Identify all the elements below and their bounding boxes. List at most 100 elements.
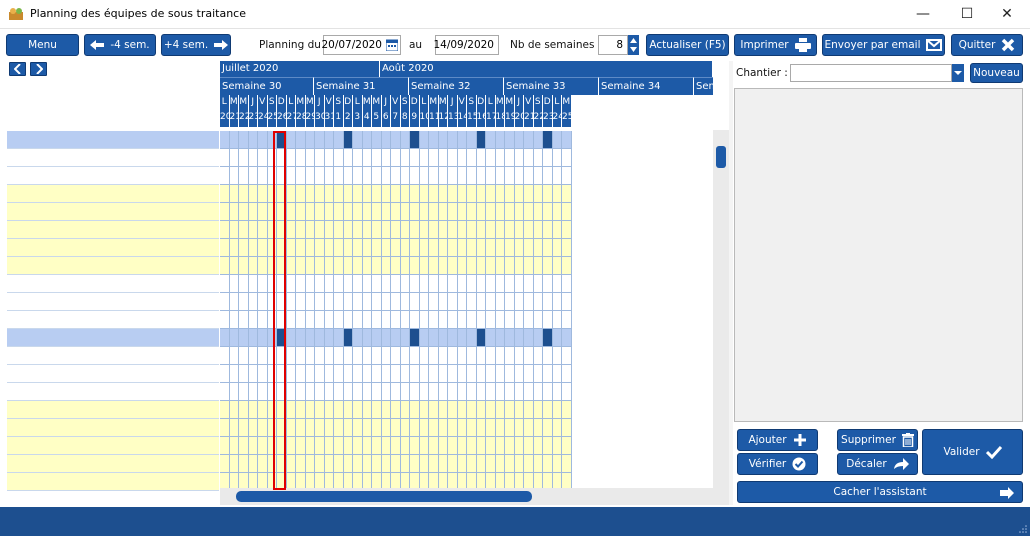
planning-cell[interactable] — [343, 185, 353, 203]
planning-cell[interactable] — [305, 419, 315, 437]
planning-cell[interactable] — [334, 347, 344, 365]
planning-cell[interactable] — [305, 293, 315, 311]
planning-cell[interactable] — [305, 149, 315, 167]
planning-cell[interactable] — [410, 455, 420, 473]
planning-cell[interactable] — [495, 311, 505, 329]
planning-cell[interactable] — [552, 329, 562, 347]
planning-cell[interactable] — [419, 221, 429, 239]
planning-cell[interactable] — [543, 365, 553, 383]
planning-cell[interactable] — [476, 347, 486, 365]
planning-cell[interactable] — [372, 293, 382, 311]
team-row[interactable] — [7, 311, 219, 329]
planning-cell[interactable] — [533, 311, 543, 329]
planning-cell[interactable] — [248, 239, 258, 257]
planning-cell[interactable] — [476, 239, 486, 257]
vertical-scroll-thumb[interactable] — [716, 146, 726, 168]
planning-cell[interactable] — [305, 185, 315, 203]
planning-cell[interactable] — [438, 347, 448, 365]
planning-cell[interactable] — [438, 401, 448, 419]
planning-cell[interactable] — [315, 329, 325, 347]
planning-cell[interactable] — [381, 203, 391, 221]
planning-cell[interactable] — [381, 131, 391, 149]
planning-cell[interactable] — [315, 131, 325, 149]
planning-cell[interactable] — [381, 347, 391, 365]
planning-cell[interactable] — [305, 131, 315, 149]
planning-cell[interactable] — [457, 221, 467, 239]
team-row[interactable] — [7, 239, 219, 257]
planning-cell[interactable] — [381, 167, 391, 185]
planning-cell[interactable] — [524, 401, 534, 419]
planning-cell[interactable] — [486, 203, 496, 221]
planning-cell[interactable] — [305, 221, 315, 239]
planning-cell[interactable] — [286, 419, 296, 437]
nb-semaines-field[interactable]: 8 — [598, 35, 628, 55]
planning-cell[interactable] — [305, 167, 315, 185]
planning-cell[interactable] — [372, 257, 382, 275]
planning-cell[interactable] — [391, 275, 401, 293]
planning-cell[interactable] — [457, 311, 467, 329]
planning-cell[interactable] — [524, 437, 534, 455]
planning-cell[interactable] — [229, 239, 239, 257]
planning-cell[interactable] — [457, 149, 467, 167]
minimize-button[interactable]: — — [900, 0, 946, 29]
assistant-content-area[interactable] — [734, 88, 1023, 422]
planning-cell[interactable] — [400, 167, 410, 185]
planning-cell[interactable] — [362, 419, 372, 437]
planning-cell[interactable] — [543, 293, 553, 311]
planning-cell[interactable] — [315, 293, 325, 311]
planning-cell[interactable] — [334, 401, 344, 419]
planning-cell[interactable] — [429, 365, 439, 383]
planning-cell[interactable] — [343, 437, 353, 455]
planning-cell[interactable] — [495, 167, 505, 185]
planning-cell[interactable] — [495, 401, 505, 419]
planning-cell[interactable] — [543, 203, 553, 221]
planning-cell[interactable] — [391, 347, 401, 365]
planning-cell[interactable] — [248, 383, 258, 401]
planning-cell[interactable] — [410, 365, 420, 383]
planning-cell[interactable] — [495, 365, 505, 383]
planning-cell[interactable] — [315, 203, 325, 221]
planning-cell[interactable] — [248, 185, 258, 203]
planning-cell[interactable] — [239, 419, 249, 437]
planning-cell[interactable] — [448, 347, 458, 365]
planning-cell[interactable] — [476, 257, 486, 275]
verifier-button[interactable]: Vérifier — [737, 453, 818, 475]
planning-cell[interactable] — [533, 257, 543, 275]
planning-cell[interactable] — [495, 149, 505, 167]
planning-cell[interactable] — [258, 293, 268, 311]
planning-cell[interactable] — [239, 131, 249, 149]
planning-cell[interactable] — [258, 131, 268, 149]
planning-cell[interactable] — [343, 203, 353, 221]
planning-cell[interactable] — [391, 329, 401, 347]
planning-cell[interactable] — [410, 419, 420, 437]
planning-cell[interactable] — [448, 239, 458, 257]
planning-cell[interactable] — [296, 365, 306, 383]
planning-cell[interactable] — [505, 419, 515, 437]
planning-cell[interactable] — [448, 311, 458, 329]
planning-cell[interactable] — [248, 437, 258, 455]
planning-cell[interactable] — [362, 365, 372, 383]
planning-cell[interactable] — [381, 437, 391, 455]
planning-cell[interactable] — [391, 167, 401, 185]
team-row[interactable] — [7, 365, 219, 383]
planning-cell[interactable] — [372, 437, 382, 455]
planning-cell[interactable] — [438, 167, 448, 185]
planning-cell[interactable] — [229, 365, 239, 383]
planning-cell[interactable] — [552, 365, 562, 383]
planning-cell[interactable] — [505, 347, 515, 365]
planning-cell[interactable] — [324, 383, 334, 401]
planning-cell[interactable] — [476, 221, 486, 239]
planning-cell[interactable] — [410, 347, 420, 365]
planning-cell[interactable] — [505, 311, 515, 329]
team-row[interactable] — [7, 257, 219, 275]
planning-cell[interactable] — [258, 239, 268, 257]
planning-cell[interactable] — [391, 203, 401, 221]
planning-cell[interactable] — [324, 149, 334, 167]
planning-cell[interactable] — [248, 275, 258, 293]
planning-cell[interactable] — [457, 347, 467, 365]
planning-cell[interactable] — [305, 239, 315, 257]
planning-cell[interactable] — [220, 167, 230, 185]
horizontal-scroll-thumb[interactable] — [236, 491, 532, 502]
planning-cell[interactable] — [391, 311, 401, 329]
vertical-scrollbar[interactable] — [713, 130, 729, 505]
